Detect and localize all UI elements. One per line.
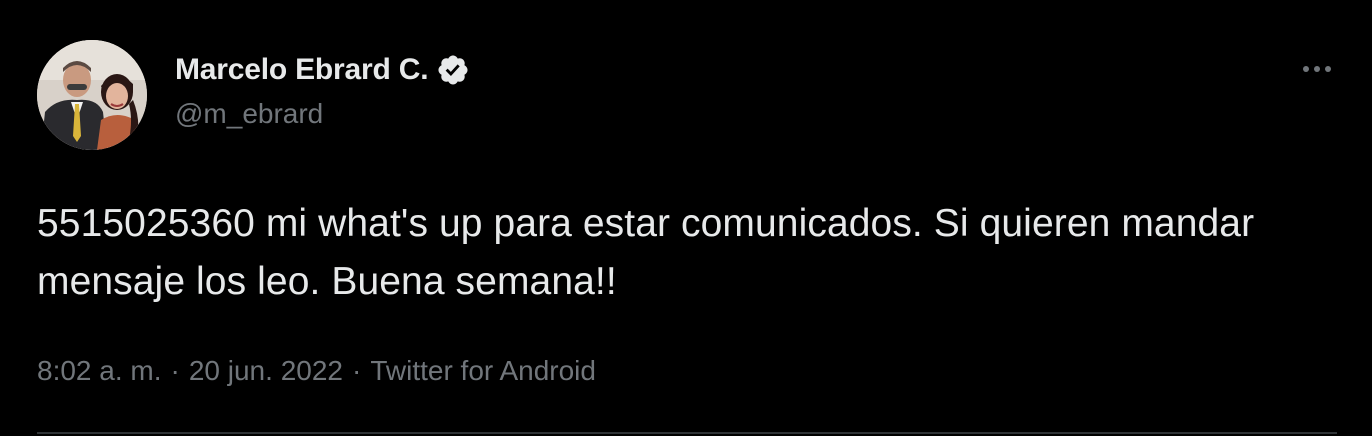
user-handle[interactable]: @m_ebrard (175, 98, 470, 130)
tweet-text: 5515025360 mi what's up para estar comun… (37, 202, 1266, 303)
more-options-icon-dot (1325, 66, 1331, 72)
more-options-button[interactable] (1296, 54, 1338, 84)
tweet-metadata: 8:02 a. m. · 20 jun. 2022 · Twitter for … (37, 355, 596, 387)
name-row: Marcelo Ebrard C. (175, 52, 470, 88)
divider (37, 432, 1337, 434)
more-options-icon-dot (1314, 66, 1320, 72)
tweet: Marcelo Ebrard C. @m_ebrard 5515025360 m… (0, 0, 1372, 436)
tweet-source[interactable]: Twitter for Android (370, 355, 596, 387)
meta-separator: · (351, 355, 362, 386)
verified-badge-icon (436, 53, 470, 87)
avatar-photo (37, 40, 147, 150)
meta-separator: · (170, 355, 180, 386)
more-options-icon (1303, 66, 1309, 72)
display-name[interactable]: Marcelo Ebrard C. (175, 53, 429, 87)
tweet-header: Marcelo Ebrard C. @m_ebrard (175, 52, 470, 130)
tweet-date[interactable]: 20 jun. 2022 (189, 355, 343, 387)
avatar[interactable] (37, 40, 147, 150)
tweet-time[interactable]: 8:02 a. m. (37, 355, 162, 387)
